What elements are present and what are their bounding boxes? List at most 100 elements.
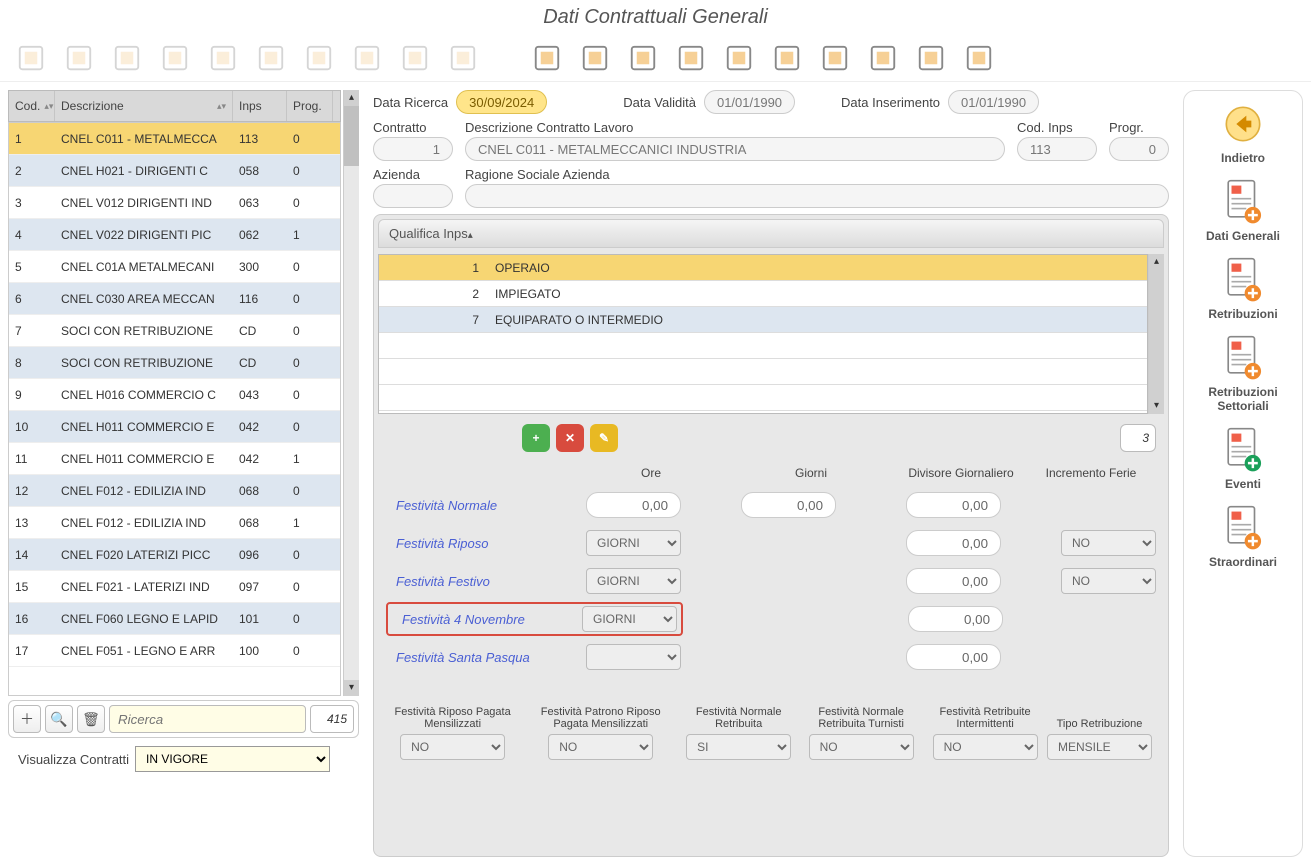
- col-prog[interactable]: Prog.: [287, 91, 333, 121]
- qual-scroll-down[interactable]: ▾: [1149, 398, 1164, 414]
- fest-unit-select[interactable]: GIORNI: [586, 530, 681, 556]
- nav-retribuzioni-settoriali[interactable]: Retribuzioni Settoriali: [1190, 335, 1296, 413]
- scroll-thumb[interactable]: [344, 106, 359, 166]
- qual-add-button[interactable]: +: [522, 424, 550, 452]
- table-row[interactable]: 10CNEL H011 COMMERCIO E0420: [9, 411, 340, 443]
- cloud-down-icon[interactable]: [910, 39, 952, 77]
- table-row[interactable]: 12CNEL F012 - EDILIZIA IND0680: [9, 475, 340, 507]
- zoom-icon: [442, 39, 484, 77]
- table-row[interactable]: 4CNEL V022 DIRIGENTI PIC0621: [9, 219, 340, 251]
- table-row[interactable]: 15CNEL F021 - LATERIZI IND0970: [9, 571, 340, 603]
- scroll-down[interactable]: ▾: [344, 680, 359, 696]
- table-row[interactable]: 11CNEL H011 COMMERCIO E0421: [9, 443, 340, 475]
- display-chart-icon[interactable]: [862, 39, 904, 77]
- bottom-label: Festività Normale Retribuita: [686, 690, 791, 730]
- nav-icon: [1223, 101, 1263, 147]
- bottom-select[interactable]: NO: [809, 734, 914, 760]
- fest-div-input[interactable]: [908, 606, 1003, 632]
- cod-inps-value: 113: [1017, 137, 1097, 161]
- qualifica-row[interactable]: 1OPERAIO: [379, 255, 1147, 281]
- fest-div-input[interactable]: [906, 644, 1001, 670]
- qual-scroll-up[interactable]: ▴: [1149, 254, 1164, 270]
- col-inps[interactable]: Inps: [233, 91, 287, 121]
- table-row[interactable]: 16CNEL F060 LEGNO E LAPID1010: [9, 603, 340, 635]
- table-row[interactable]: 17CNEL F051 - LEGNO E ARR1000: [9, 635, 340, 667]
- qualifica-header[interactable]: Qualifica Inps▴: [378, 219, 1164, 248]
- table-row[interactable]: 6CNEL C030 AREA MECCAN1160: [9, 283, 340, 315]
- data-ricerca-value[interactable]: 30/09/2024: [456, 90, 547, 114]
- nav-label: Straordinari: [1209, 555, 1277, 569]
- fest-inc-select[interactable]: NO: [1061, 568, 1156, 594]
- data-ricerca-label: Data Ricerca: [373, 95, 448, 110]
- data-inserimento-label: Data Inserimento: [841, 95, 940, 110]
- nav-icon: [1223, 335, 1263, 381]
- fest-unit-select[interactable]: [586, 644, 681, 670]
- fest-ore-input[interactable]: [586, 492, 681, 518]
- cards-icon[interactable]: [622, 39, 664, 77]
- doc3-icon: [394, 39, 436, 77]
- clock-icon[interactable]: [718, 39, 760, 77]
- bottom-label: Tipo Retribuzione: [1057, 690, 1143, 730]
- nav-icon: [1223, 427, 1263, 473]
- qualifica-row[interactable]: 7EQUIPARATO O INTERMEDIO: [379, 307, 1147, 333]
- bottom-select[interactable]: NO: [933, 734, 1038, 760]
- col-cod[interactable]: Cod.▴▾: [9, 91, 55, 121]
- fest-div-input[interactable]: [906, 530, 1001, 556]
- fest-unit-select[interactable]: GIORNI: [582, 606, 677, 632]
- delete-button[interactable]: 🗑: [77, 705, 105, 733]
- nav-straordinari[interactable]: Straordinari: [1209, 505, 1277, 569]
- progr-label: Progr.: [1109, 120, 1169, 135]
- record-count: 415: [310, 705, 354, 733]
- ragsoc-label: Ragione Sociale Azienda: [465, 167, 1169, 182]
- form-edit-icon: [106, 39, 148, 77]
- azienda-value[interactable]: [373, 184, 453, 208]
- table-row[interactable]: 5CNEL C01A METALMECANI3000: [9, 251, 340, 283]
- contratto-value: 1: [373, 137, 453, 161]
- books-icon[interactable]: [670, 39, 712, 77]
- table-row[interactable]: 13CNEL F012 - EDILIZIA IND0681: [9, 507, 340, 539]
- table-row[interactable]: 14CNEL F020 LATERIZI PICC0960: [9, 539, 340, 571]
- right-nav: Indietro Dati Generali Retribuzioni Retribu…: [1183, 90, 1303, 857]
- table-row[interactable]: 7SOCI CON RETRIBUZIONECD0: [9, 315, 340, 347]
- col-desc[interactable]: Descrizione▴▾: [55, 91, 233, 121]
- table-row[interactable]: 8SOCI CON RETRIBUZIONECD0: [9, 347, 340, 379]
- printer-icon[interactable]: [766, 39, 808, 77]
- fest-inc-select[interactable]: NO: [1061, 530, 1156, 556]
- table-row[interactable]: 1CNEL C011 - METALMECCA1130: [9, 123, 340, 155]
- bottom-select[interactable]: NO: [548, 734, 653, 760]
- nav-dati-generali[interactable]: Dati Generali: [1206, 179, 1280, 243]
- table-row[interactable]: 9CNEL H016 COMMERCIO C0430: [9, 379, 340, 411]
- fest-unit-select[interactable]: GIORNI: [586, 568, 681, 594]
- search-input[interactable]: [109, 705, 306, 733]
- fest-giorni-input[interactable]: [741, 492, 836, 518]
- table-row[interactable]: 3CNEL V012 DIRIGENTI IND0630: [9, 187, 340, 219]
- fest-div-input[interactable]: [906, 492, 1001, 518]
- qual-edit-button[interactable]: ✎: [590, 424, 618, 452]
- ragsoc-value[interactable]: [465, 184, 1169, 208]
- bottom-label: Festività Retribuite Intermittenti: [931, 690, 1039, 730]
- add-button[interactable]: ＋: [13, 705, 41, 733]
- bottom-select[interactable]: SI: [686, 734, 791, 760]
- visualizza-select[interactable]: IN VIGORE: [135, 746, 330, 772]
- nav-eventi[interactable]: Eventi: [1223, 427, 1263, 491]
- scroll-up[interactable]: ▴: [344, 90, 359, 106]
- fest-div-input[interactable]: [906, 568, 1001, 594]
- form-add-icon: [154, 39, 196, 77]
- nav-retribuzioni[interactable]: Retribuzioni: [1208, 257, 1277, 321]
- bottom-select[interactable]: NO: [400, 734, 505, 760]
- person-icon[interactable]: [814, 39, 856, 77]
- qualifica-row[interactable]: 2IMPIEGATO: [379, 281, 1147, 307]
- bottom-label: Festività Normale Retribuita Turnisti: [799, 690, 923, 730]
- exit-icon[interactable]: [958, 39, 1000, 77]
- bottom-select[interactable]: MENSILE: [1047, 734, 1152, 760]
- target-icon[interactable]: [526, 39, 568, 77]
- hdr-divisore: Divisore Giornaliero: [896, 466, 1026, 480]
- page-title: Dati Contrattuali Generali: [0, 0, 1311, 35]
- doc1-icon: [298, 39, 340, 77]
- qual-delete-button[interactable]: ✕: [556, 424, 584, 452]
- search-button[interactable]: 🔍: [45, 705, 73, 733]
- table-row[interactable]: 2CNEL H021 - DIRIGENTI C0580: [9, 155, 340, 187]
- nav-indietro[interactable]: Indietro: [1221, 101, 1265, 165]
- trash-icon: [250, 39, 292, 77]
- docs-stack-icon[interactable]: [574, 39, 616, 77]
